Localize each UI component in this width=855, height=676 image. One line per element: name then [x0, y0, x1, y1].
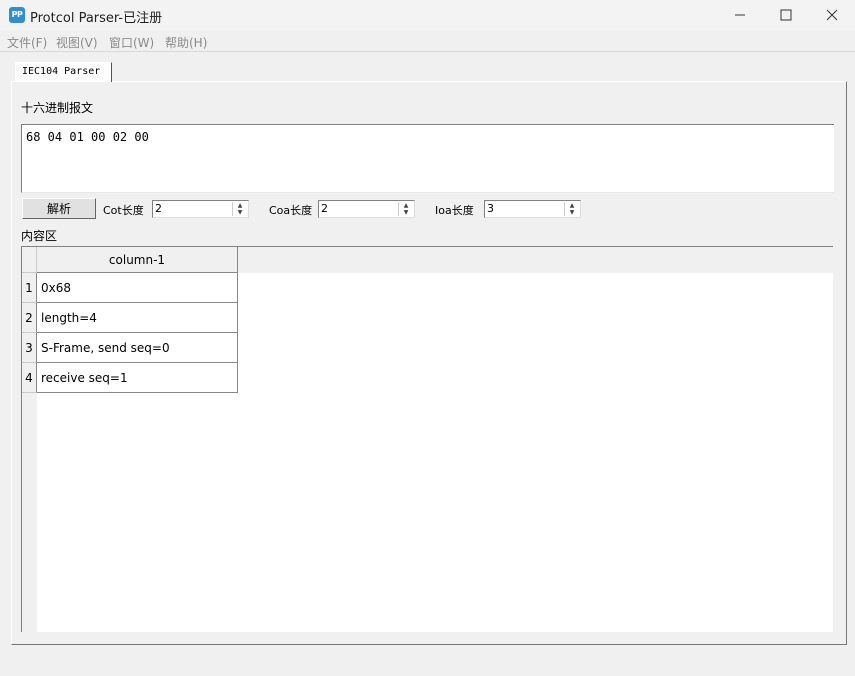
hex-label: 十六进制报文 — [21, 101, 94, 115]
title-bar[interactable]: PP Protcol Parser-已注册 — [0, 0, 855, 31]
hex-input[interactable]: 68 04 01 00 02 00 — [21, 124, 834, 193]
parse-button[interactable]: 解析 — [22, 198, 96, 219]
coa-spinbox[interactable]: 2 ▲ ▼ — [318, 200, 415, 218]
table-cell[interactable]: S-Frame, send seq=0 — [37, 333, 238, 363]
cot-spin-arrows[interactable]: ▲ ▼ — [232, 202, 247, 216]
spin-down-icon[interactable]: ▼ — [399, 209, 413, 216]
menu-file[interactable]: 文件(F) — [7, 34, 47, 51]
ioa-value: 3 — [487, 202, 494, 215]
ioa-label: Ioa长度 — [435, 204, 474, 217]
spin-down-icon[interactable]: ▼ — [565, 209, 579, 216]
menu-bar: 文件(F) 视图(V) 窗口(W) 帮助(H) — [0, 31, 855, 51]
content-label: 内容区 — [21, 229, 58, 243]
minimize-button[interactable] — [717, 0, 763, 31]
table-row[interactable]: 3 S-Frame, send seq=0 — [22, 333, 238, 363]
maximize-icon — [780, 9, 792, 21]
table-row[interactable]: 4 receive seq=1 — [22, 363, 238, 393]
window-title: Protcol Parser-已注册 — [30, 11, 163, 26]
app-icon: PP — [9, 7, 25, 23]
cot-value: 2 — [155, 202, 162, 215]
spin-up-icon[interactable]: ▲ — [233, 202, 247, 209]
row-number[interactable]: 1 — [22, 273, 37, 303]
menu-help[interactable]: 帮助(H) — [165, 34, 207, 51]
menu-view[interactable]: 视图(V) — [56, 34, 98, 51]
table-cell[interactable]: receive seq=1 — [37, 363, 238, 393]
table-row[interactable]: 2 length=4 — [22, 303, 238, 333]
menu-window[interactable]: 窗口(W) — [109, 34, 154, 51]
spin-down-icon[interactable]: ▼ — [233, 209, 247, 216]
row-number[interactable]: 3 — [22, 333, 37, 363]
grid-corner[interactable] — [22, 247, 37, 273]
cot-label: Cot长度 — [103, 204, 144, 217]
cot-spinbox[interactable]: 2 ▲ ▼ — [152, 200, 249, 218]
ioa-spinbox[interactable]: 3 ▲ ▼ — [484, 200, 581, 218]
minimize-icon — [735, 14, 745, 16]
hex-input-value: 68 04 01 00 02 00 — [26, 130, 149, 144]
content-grid[interactable]: column-1 1 0x68 2 length=4 3 S-Frame, se… — [21, 246, 833, 632]
maximize-button[interactable] — [763, 0, 809, 31]
tab-label: IEC104 Parser — [22, 66, 101, 77]
coa-value: 2 — [321, 202, 328, 215]
close-icon — [826, 9, 838, 21]
row-number[interactable]: 2 — [22, 303, 37, 333]
coa-spin-arrows[interactable]: ▲ ▼ — [398, 202, 413, 216]
ioa-spin-arrows[interactable]: ▲ ▼ — [564, 202, 579, 216]
menu-divider — [0, 51, 855, 52]
table-cell[interactable]: 0x68 — [37, 273, 238, 303]
column-header[interactable]: column-1 — [37, 247, 238, 273]
spin-up-icon[interactable]: ▲ — [565, 202, 579, 209]
row-number[interactable]: 4 — [22, 363, 37, 393]
table-cell[interactable]: length=4 — [37, 303, 238, 333]
table-row[interactable]: 1 0x68 — [22, 273, 238, 303]
close-button[interactable] — [809, 0, 855, 31]
tab-iec104-parser[interactable]: IEC104 Parser — [15, 62, 112, 82]
spin-up-icon[interactable]: ▲ — [399, 202, 413, 209]
coa-label: Coa长度 — [269, 204, 313, 217]
